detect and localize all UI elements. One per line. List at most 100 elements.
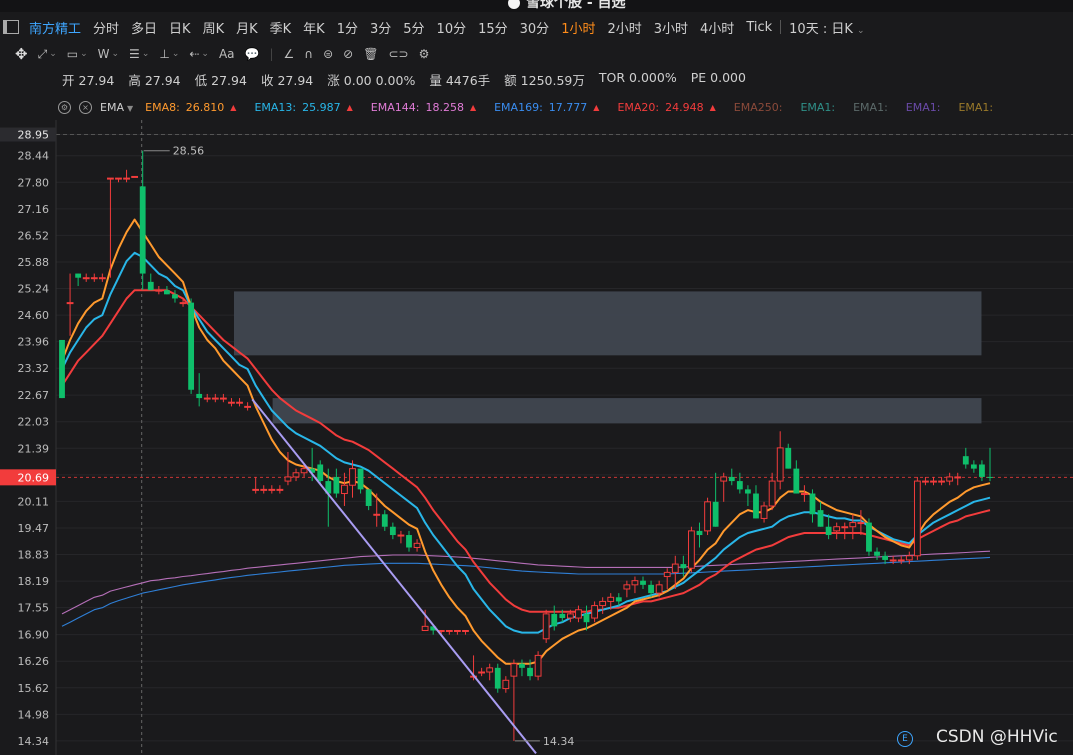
ema-legend-item: EMA1: (958, 101, 993, 114)
period-tab[interactable]: 4小时 (694, 18, 740, 37)
period-tab[interactable]: 日K (163, 18, 197, 37)
candle-body-down (163, 290, 170, 295)
candle-body-up (82, 277, 90, 280)
period-tab[interactable]: 分时 (87, 18, 125, 37)
comment-tool-icon[interactable]: 💬 (240, 47, 265, 61)
link-icon[interactable]: ⊂⊃ (383, 47, 413, 61)
candle-body-up (260, 488, 268, 491)
candle-body-down (825, 526, 832, 536)
period-tab[interactable]: 15分 (472, 18, 514, 37)
candle-body-down (333, 476, 340, 494)
candle-body-up (930, 480, 937, 483)
candle-body-down (712, 501, 719, 527)
candle-body-down (680, 564, 687, 569)
indicator-name-text: EMA (100, 100, 124, 114)
low-value: 27.94 (211, 73, 247, 88)
candle-body-up (502, 679, 510, 690)
price-tick-label: 25.88 (18, 256, 50, 269)
ema-label: EMA144: (370, 100, 420, 114)
window-title-text: 雪球个股 - 自选 (526, 0, 626, 11)
candle-body-down (874, 551, 880, 556)
visibility-icon[interactable]: ⊜ (318, 47, 338, 61)
period-tab[interactable]: 2小时 (601, 18, 647, 37)
price-tick-label: 22.03 (18, 416, 50, 429)
window-title: 雪球个股 - 自选 (508, 0, 626, 12)
settings-icon[interactable]: ⚙ (414, 47, 435, 61)
ema-legend-item: EMA144: 18.258 ▲ (371, 101, 476, 114)
volume-label: 量 (429, 73, 442, 88)
candle-body-up (897, 559, 905, 562)
csdn-icon: E (897, 731, 913, 747)
candle-body-down (365, 489, 372, 506)
candle-body-up (857, 522, 865, 525)
line-tool-icon[interactable]: ⤢ ⌄ (33, 47, 62, 62)
period-tab[interactable]: 周K (197, 18, 231, 37)
period-tab[interactable]: 1小时 (555, 18, 601, 37)
magnet-icon[interactable]: ∩ (299, 47, 318, 61)
stock-name[interactable]: 南方精工 (23, 18, 87, 37)
ema-value: 26.810 (185, 100, 225, 114)
candle-body-down (793, 468, 800, 494)
price-tick-label: 23.96 (18, 336, 50, 349)
price-tick-label: 14.34 (18, 735, 50, 748)
candle-body-up (889, 559, 897, 562)
period-tab[interactable]: 5分 (397, 18, 430, 37)
change-value: 0.00 (343, 73, 372, 88)
wave-tool-icon[interactable]: W ⌄ (93, 47, 124, 61)
candle-body-up (946, 476, 954, 482)
period-tab[interactable]: 季K (264, 18, 298, 37)
pe-value: 0.000 (710, 70, 746, 85)
ema-label: EMA169: (494, 100, 543, 114)
high-value: 27.94 (144, 73, 181, 88)
period-tab[interactable]: 多日 (125, 18, 163, 37)
resistance-zone (233, 291, 982, 356)
period-tab[interactable]: 月K (230, 18, 264, 37)
indicator-settings-icon[interactable]: ⚙ (58, 100, 71, 114)
ema-label: EMA8: (145, 100, 180, 114)
arrow-tool-icon[interactable]: ⇠ ⌄ (184, 47, 214, 61)
window-titlebar: 雪球个股 - 自选 (0, 0, 1073, 12)
period-tab[interactable]: 年K (297, 18, 331, 37)
hide-icon[interactable]: ⊘ (338, 47, 358, 61)
angle-tool-icon[interactable]: ∠ (279, 47, 300, 61)
period-tab[interactable]: Tick (740, 20, 778, 35)
ema-label: EMA13: (254, 100, 297, 114)
sidebar-toggle-icon[interactable] (3, 20, 19, 34)
indicator-close-icon[interactable]: × (79, 100, 92, 114)
period-tab[interactable]: 30分 (514, 18, 556, 37)
candle-body-down (172, 294, 178, 299)
candle-body-up (276, 488, 284, 491)
candle-body-down (615, 597, 622, 602)
high-mark-label: 28.56 (173, 145, 205, 158)
price-tick-label: 14.98 (18, 708, 50, 721)
period-tab[interactable]: 10分 (431, 18, 473, 37)
candles (59, 150, 993, 741)
pe-info: PE 0.000 (691, 70, 746, 88)
price-chart[interactable]: 28.56 14.34 28.95 28.44 27.80 27.16 26.52 25.8… (0, 120, 1073, 755)
crosshair-icon[interactable]: ✥ (10, 45, 33, 63)
candle-body-down (970, 464, 977, 469)
period-tab[interactable]: 3分 (364, 18, 397, 37)
candle-body-up (623, 584, 631, 590)
indicator-name[interactable]: EMA ▼ (100, 101, 133, 114)
candle-body-up (98, 277, 106, 280)
chart-grid (56, 120, 1073, 755)
shape-tool-icon[interactable]: ▭ ⌄ (62, 47, 93, 61)
fib-tool-icon[interactable]: ⊥ ⌄ (154, 47, 184, 61)
candle-body-down (987, 476, 993, 478)
multi-period-select[interactable]: 10天 : 日K ⌄ (783, 18, 870, 37)
candle-body-up (486, 667, 494, 673)
channel-tool-icon[interactable]: ☰ ⌄ (124, 47, 154, 61)
candle-body-up (66, 302, 74, 305)
candle-body-up (833, 526, 841, 532)
delete-icon[interactable]: 🗑 (358, 47, 383, 61)
period-tab[interactable]: 3小时 (648, 18, 694, 37)
text-tool-icon[interactable]: Aa (214, 47, 240, 61)
candle-body-up (397, 534, 405, 537)
price-axis: 28.95 28.44 27.80 27.16 26.52 25.88 25.24 24.60… (0, 120, 57, 755)
indicator-legend: ⚙ × EMA ▼ EMA8: 26.810 ▲ EMA13: 25.987 ▲ EMA144… (58, 98, 1011, 116)
amount-label: 额 (504, 73, 517, 88)
trend-line (251, 398, 537, 754)
period-tab[interactable]: 1分 (331, 18, 364, 37)
candle-body-down (357, 468, 364, 490)
